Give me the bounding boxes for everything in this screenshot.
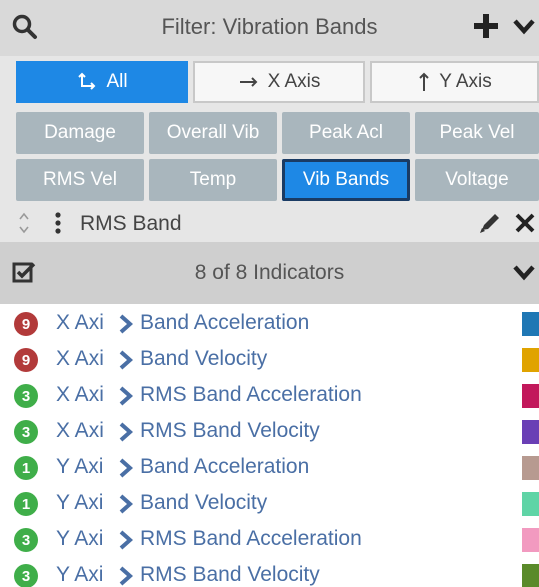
indicator-axis: Y Axi xyxy=(56,527,104,550)
axis-corner-icon xyxy=(78,72,96,90)
category-chips: Damage Overall Vib Peak Acl Peak Vel RMS… xyxy=(0,108,539,204)
indicator-axis: X Axi xyxy=(56,419,104,442)
indicator-item[interactable]: 1 Y Axi Band Acceleration xyxy=(0,450,539,486)
status-badge: 3 xyxy=(14,420,38,444)
chip-temp[interactable]: Temp xyxy=(149,159,277,201)
indicator-axis: X Axi xyxy=(56,383,104,406)
indicator-axis: Y Axi xyxy=(56,455,104,478)
chevron-down-icon[interactable] xyxy=(512,261,539,285)
indicator-item[interactable]: 9 X Axi Band Acceleration xyxy=(0,306,539,342)
indicator-item[interactable]: 3 X Axi RMS Band Acceleration xyxy=(0,378,539,414)
plus-icon[interactable] xyxy=(472,12,500,40)
indicator-name: Band Acceleration xyxy=(140,311,310,334)
arrow-up-icon xyxy=(419,72,429,91)
indicator-axis: X Axi xyxy=(56,347,104,370)
indicator-list: 9 X Axi Band Acceleration 9 X Axi Band V… xyxy=(0,304,539,587)
sort-updown-icon[interactable] xyxy=(18,211,30,235)
chip-peak-vel[interactable]: Peak Vel xyxy=(415,112,539,154)
status-badge: 1 xyxy=(14,456,38,480)
band-label: RMS Band xyxy=(80,212,182,235)
chip-voltage[interactable]: Voltage xyxy=(415,159,539,201)
filter-title: Filter: Vibration Bands xyxy=(161,14,378,39)
axis-x-label: X Axis xyxy=(267,71,321,92)
indicator-count: 8 of 8 Indicators xyxy=(194,261,345,284)
indicator-item[interactable]: 3 X Axi RMS Band Velocity xyxy=(0,414,539,450)
chevron-right-icon xyxy=(118,530,134,550)
status-badge: 3 xyxy=(14,384,38,408)
filter-header: Filter: Vibration Bands xyxy=(0,0,539,56)
status-badge: 9 xyxy=(14,348,38,372)
axis-y-button[interactable]: Y Axis xyxy=(370,61,539,103)
color-swatch[interactable] xyxy=(522,384,539,408)
color-swatch[interactable] xyxy=(522,312,539,336)
indicator-axis: X Axi xyxy=(56,311,104,334)
chip-overall-vib[interactable]: Overall Vib xyxy=(149,112,277,154)
chip-rms-vel[interactable]: RMS Vel xyxy=(16,159,144,201)
chevron-right-icon xyxy=(118,422,134,442)
color-swatch[interactable] xyxy=(522,456,539,480)
indicator-item[interactable]: 1 Y Axi Band Velocity xyxy=(0,486,539,522)
chevron-right-icon xyxy=(118,566,134,586)
arrow-right-icon xyxy=(239,77,258,87)
pencil-icon[interactable] xyxy=(478,212,502,234)
axis-all-label: All xyxy=(106,71,128,92)
indicator-name: Band Velocity xyxy=(140,347,268,370)
indicator-name: RMS Band Velocity xyxy=(140,563,320,586)
chevron-right-icon xyxy=(118,458,134,478)
indicator-name: RMS Band Velocity xyxy=(140,419,320,442)
vertical-dots-icon[interactable] xyxy=(54,212,62,234)
band-row: RMS Band xyxy=(0,204,539,242)
chevron-right-icon xyxy=(118,386,134,406)
axis-y-label: Y Axis xyxy=(439,71,492,92)
chevron-right-icon xyxy=(118,494,134,514)
indicator-axis: Y Axi xyxy=(56,563,104,586)
color-swatch[interactable] xyxy=(522,492,539,516)
indicator-axis: Y Axi xyxy=(56,491,104,514)
color-swatch[interactable] xyxy=(522,528,539,552)
chevron-right-icon xyxy=(118,314,134,334)
indicator-name: Band Velocity xyxy=(140,491,268,514)
color-swatch[interactable] xyxy=(522,348,539,372)
status-badge: 1 xyxy=(14,492,38,516)
indicator-name: RMS Band Acceleration xyxy=(140,527,362,550)
chip-damage[interactable]: Damage xyxy=(16,112,144,154)
indicator-item[interactable]: 3 Y Axi RMS Band Velocity xyxy=(0,558,539,587)
chevron-right-icon xyxy=(118,350,134,370)
color-swatch[interactable] xyxy=(522,420,539,444)
indicators-header: 8 of 8 Indicators xyxy=(0,242,539,304)
indicator-item[interactable]: 9 X Axi Band Velocity xyxy=(0,342,539,378)
axis-x-button[interactable]: X Axis xyxy=(193,61,365,103)
axis-toggle-group: All X Axis Y Axis xyxy=(0,56,539,108)
status-badge: 9 xyxy=(14,312,38,336)
status-badge: 3 xyxy=(14,528,38,552)
color-swatch[interactable] xyxy=(522,564,539,587)
indicator-name: Band Acceleration xyxy=(140,455,310,478)
chip-peak-acl[interactable]: Peak Acl xyxy=(282,112,410,154)
status-badge: 3 xyxy=(14,564,38,587)
indicator-item[interactable]: 3 Y Axi RMS Band Acceleration xyxy=(0,522,539,558)
indicator-name: RMS Band Acceleration xyxy=(140,383,362,406)
close-icon[interactable] xyxy=(514,213,536,233)
chip-vib-bands[interactable]: Vib Bands xyxy=(282,159,410,201)
axis-all-button[interactable]: All xyxy=(16,61,188,103)
chevron-down-icon[interactable] xyxy=(512,14,539,40)
